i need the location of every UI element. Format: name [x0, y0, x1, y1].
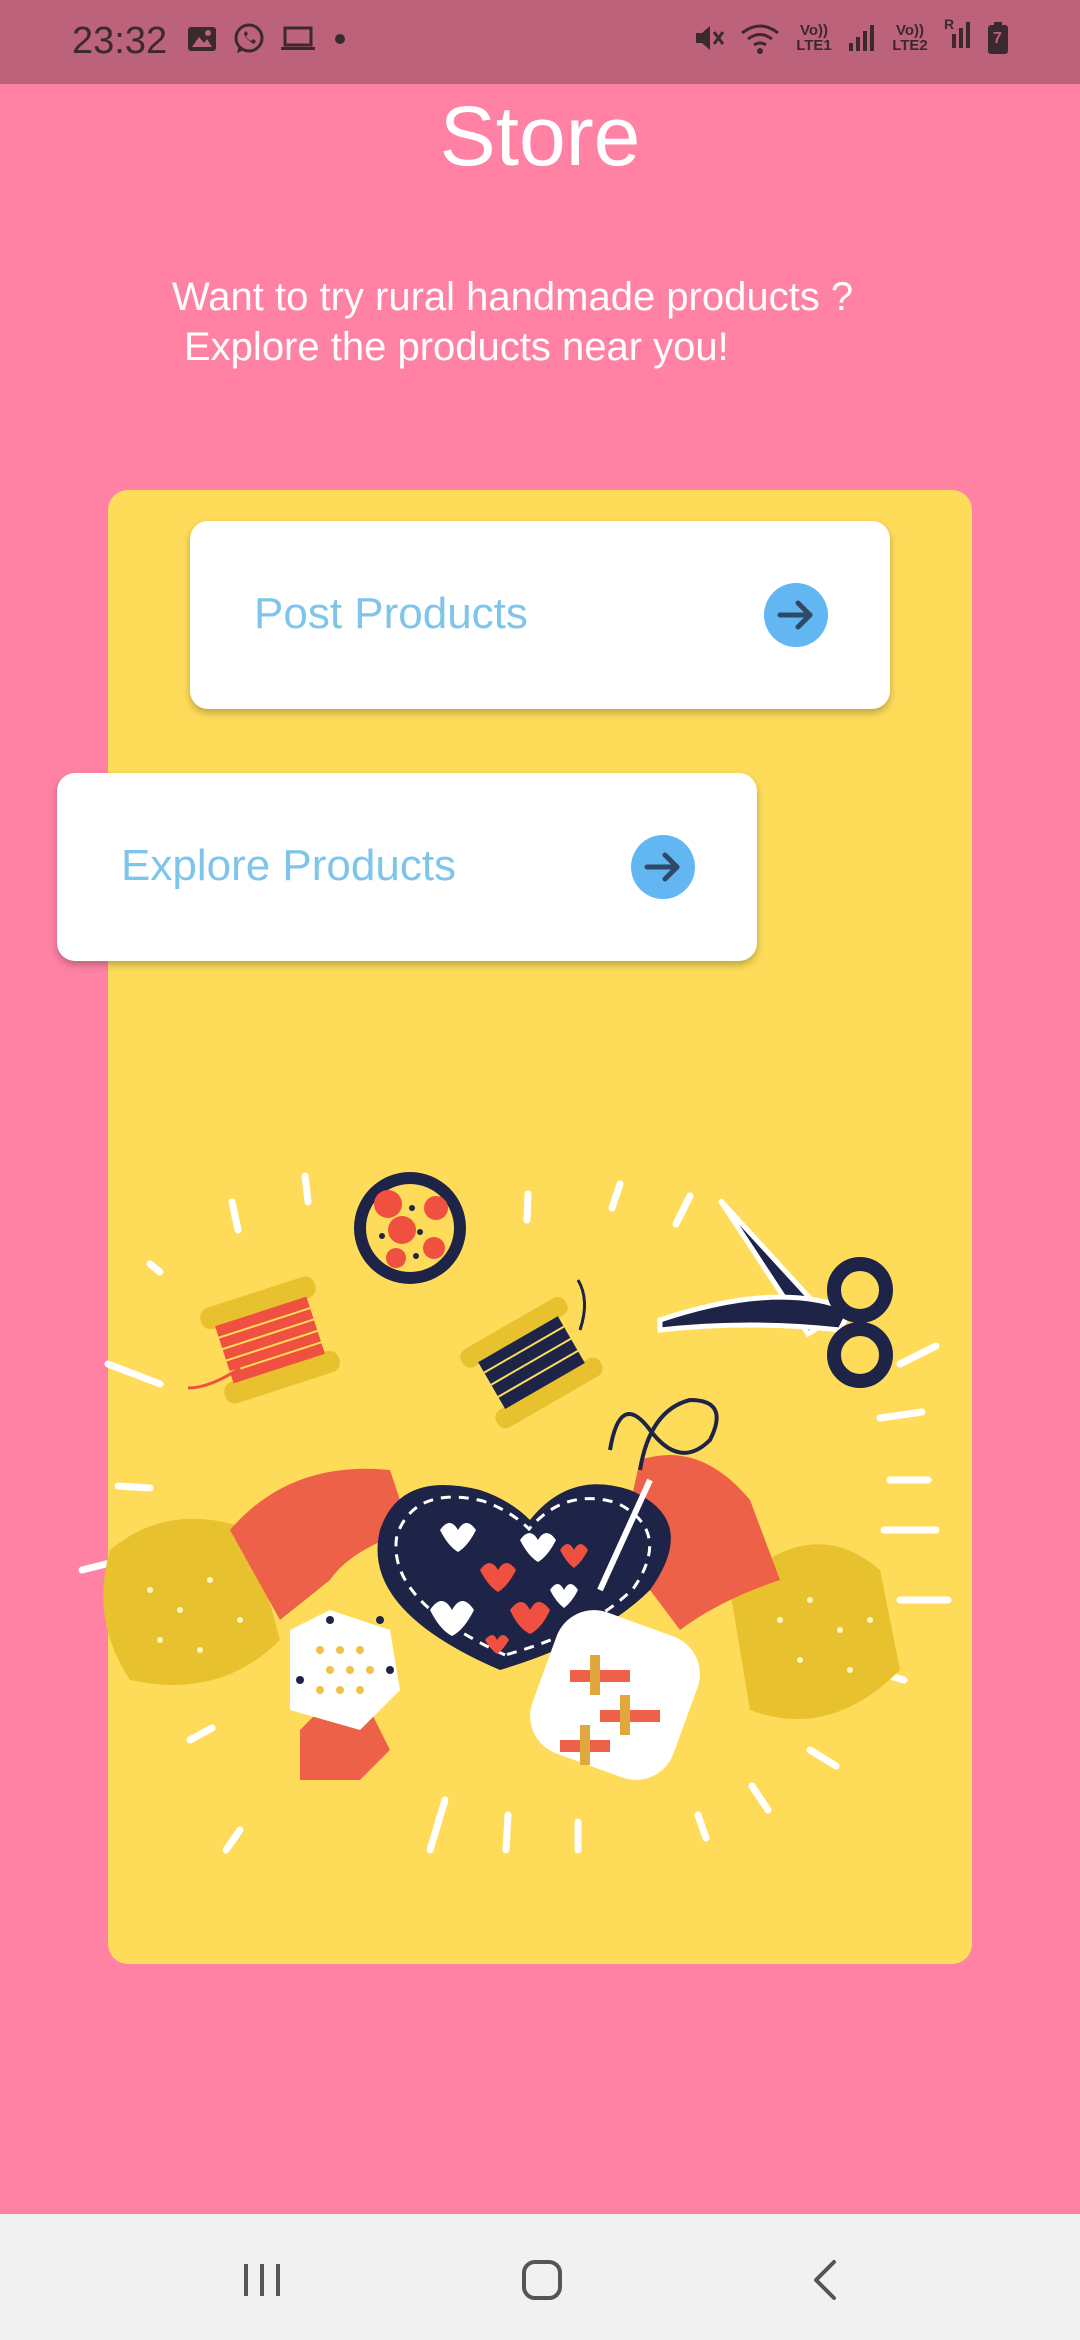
post-products-button[interactable]: Post Products: [190, 521, 890, 709]
home-icon[interactable]: [512, 2250, 572, 2310]
page-title: Store: [439, 89, 641, 183]
battery-icon: 7: [986, 21, 1010, 55]
recent-apps-icon[interactable]: [232, 2250, 292, 2310]
page-subtitle: Want to try rural handmade products ? Ex…: [172, 272, 972, 372]
laptop-icon: [281, 26, 315, 50]
explore-products-button[interactable]: Explore Products: [57, 773, 757, 961]
wifi-icon: [741, 24, 779, 54]
image-icon: [188, 27, 216, 51]
sim2-label: Vo)) LTE2: [892, 21, 928, 54]
subtitle-line-2: Explore the products near you!: [184, 325, 729, 369]
whatsapp-icon: [234, 23, 264, 53]
system-status-icons: Vo)) LTE1 Vo)) LTE2 R 7: [692, 16, 1010, 55]
status-bar: 23:32 Vo)) LTE1 Vo)) LTE2 R 7: [0, 0, 1080, 84]
handcraft-illustration: [78, 1172, 952, 1854]
roaming-indicator: R: [944, 16, 955, 32]
post-products-arrow-button[interactable]: [764, 583, 828, 647]
arrow-right-icon: [644, 852, 680, 882]
signal-icon: [849, 24, 874, 51]
explore-products-label: Explore Products: [121, 841, 457, 890]
status-time: 23:32: [72, 20, 168, 62]
explore-products-arrow-button[interactable]: [631, 835, 695, 899]
subtitle-line-1: Want to try rural handmade products ?: [172, 275, 854, 319]
post-products-label: Post Products: [254, 589, 528, 638]
back-icon[interactable]: [796, 2250, 856, 2310]
sim1-label: Vo)) LTE1: [796, 21, 832, 54]
mute-icon: [696, 25, 725, 50]
arrow-right-icon: [777, 600, 813, 630]
battery-level: 7: [993, 29, 1002, 47]
system-navigation-bar: [0, 2214, 1080, 2340]
dot-icon: [335, 34, 345, 44]
notification-icons: [186, 22, 350, 56]
